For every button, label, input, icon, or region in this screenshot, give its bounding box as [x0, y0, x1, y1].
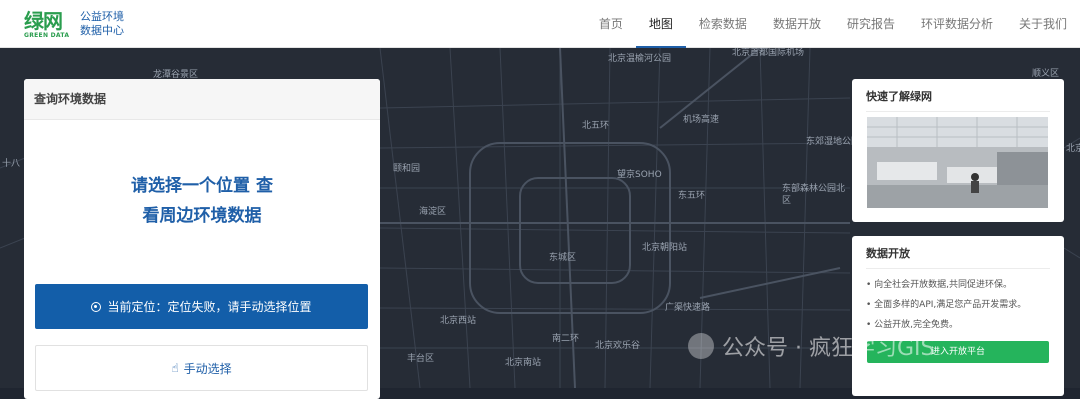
map-label: 北京西站 [440, 316, 477, 326]
manual-select-label: 手动选择 [183, 361, 232, 376]
map-label: 北五环 [582, 121, 610, 131]
office-photo[interactable] [867, 117, 1048, 208]
map-label: 东五环 [678, 191, 706, 201]
manual-select-button[interactable]: ☝ 手动选择 [35, 345, 368, 391]
map-label: 机场高速 [683, 115, 720, 125]
about-card-title: 快速了解绿网 [866, 90, 932, 103]
open-data-features: • 向全社会开放数据,共同促进环保。 • 全面多样的API,满足您产品开发需求。… [852, 275, 1064, 335]
map-label: 顺义区 [1032, 69, 1060, 79]
map-label: 广渠快速路 [665, 303, 711, 313]
nav-item-eia-analysis[interactable]: 环评数据分析 [908, 0, 1006, 48]
top-navigation-bar: 绿网 GREEN DATA 公益环境 数据中心 首页 地图 检索数据 数据开放 … [0, 0, 1080, 48]
hand-pointer-icon: ☝ [171, 361, 179, 375]
panel-title: 查询环境数据 [24, 79, 380, 120]
logo-line-2: 数据中心 [80, 24, 124, 37]
nav-item-about-us[interactable]: 关于我们 [1006, 0, 1080, 48]
nav-item-map[interactable]: 地图 [635, 0, 686, 48]
map-label: 北京首都国际机场 [732, 48, 805, 58]
locate-icon [91, 301, 102, 312]
logo-line-1: 公益环境 [80, 10, 124, 23]
nav-item-search-data[interactable]: 检索数据 [686, 0, 760, 48]
map-label: 北京朝阳站 [642, 243, 688, 253]
open-data-card-title: 数据开放 [866, 247, 910, 260]
map-label: 北京温榆河公园 [608, 54, 672, 64]
map-label: 北京欢乐谷 [595, 341, 641, 351]
open-data-card: 数据开放 • 向全社会开放数据,共同促进环保。 • 全面多样的API,满足您产品… [852, 236, 1064, 396]
map-label: 丰台区 [407, 354, 435, 364]
map-label: 南二环 [552, 334, 580, 344]
logo-subtitle: 公益环境 数据中心 [80, 10, 124, 38]
prompt-line-2: 看周边环境数据 [142, 206, 262, 226]
nav-item-research-reports[interactable]: 研究报告 [834, 0, 908, 48]
select-location-prompt: 请选择一个位置 查 看周边环境数据 [24, 171, 380, 231]
nav-item-open-data[interactable]: 数据开放 [760, 0, 834, 48]
map-label: 颐和园 [393, 164, 421, 174]
logo-big-text: 绿网 [24, 9, 63, 33]
nav-item-home[interactable]: 首页 [586, 0, 636, 48]
logo-mark: 绿网 GREEN DATA [24, 10, 74, 40]
prompt-line-1: 请选择一个位置 查 [131, 176, 273, 196]
current-location-button[interactable]: 当前定位：定位失败，请手动选择位置 [35, 284, 368, 329]
map-label: 北京 [1066, 144, 1080, 154]
watermark-text: 公众号 · 疯狂学习GIS [722, 336, 935, 361]
map-label: 望京SOHO [617, 170, 662, 180]
about-card: 快速了解绿网 [852, 79, 1064, 222]
watermark: 公众号 · 疯狂学习GIS [688, 330, 934, 362]
current-location-label: 当前定位：定位失败，请手动选择位置 [107, 300, 312, 314]
map-label: 东城区 [549, 253, 577, 263]
wechat-icon [688, 333, 714, 359]
map-label: 海淀区 [419, 207, 447, 217]
map-label: 十八 [2, 159, 21, 169]
divider [866, 268, 1050, 269]
map-label: 北京南站 [505, 358, 542, 368]
divider [866, 111, 1050, 112]
list-item: • 全面多样的API,满足您产品开发需求。 [866, 300, 1027, 310]
logo-small-text: GREEN DATA [24, 32, 70, 39]
main-nav: 首页 地图 检索数据 数据开放 研究报告 环评数据分析 关于我们 [586, 0, 1080, 48]
query-environment-panel: 查询环境数据 请选择一个位置 查 看周边环境数据 当前定位：定位失败，请手动选择… [24, 79, 380, 399]
logo[interactable]: 绿网 GREEN DATA 公益环境 数据中心 [24, 10, 124, 40]
list-item: • 向全社会开放数据,共同促进环保。 [866, 280, 1013, 290]
map-label: 东部森林公园北区 [782, 184, 846, 206]
